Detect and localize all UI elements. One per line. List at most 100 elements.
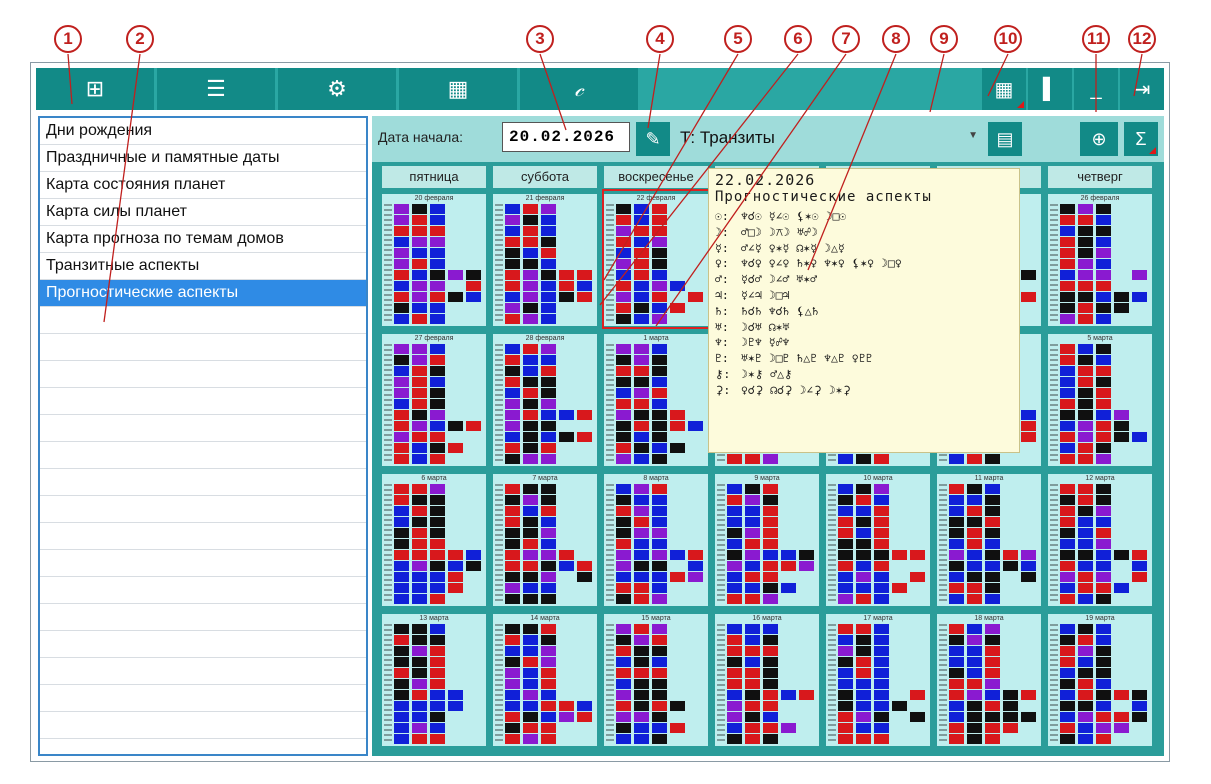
aspect-block	[430, 226, 445, 236]
aspect-block	[394, 712, 409, 722]
list-item[interactable]: Карта прогноза по темам домов	[40, 226, 366, 253]
calendar-day[interactable]: 28 февраля	[493, 334, 597, 466]
list-item[interactable]: Транзитные аспекты	[40, 253, 366, 280]
aspect-block	[652, 366, 667, 376]
callout-7: 7	[832, 25, 860, 53]
calendar-day[interactable]: 16 марта	[715, 614, 819, 746]
list-item[interactable]: Дни рождения	[40, 118, 366, 145]
aspect-block	[652, 399, 667, 409]
aspect-block	[652, 388, 667, 398]
aspect-block	[1060, 377, 1075, 387]
callout-11: 11	[1082, 25, 1110, 53]
list-empty-row	[40, 523, 366, 550]
calendar-day[interactable]: 27 февраля	[382, 334, 486, 466]
calendar-day[interactable]: 26 февраля	[1048, 194, 1152, 326]
aspect-list: ☿☌♂ ☽∠♂ ♅✶♂	[741, 272, 818, 287]
aspect-block	[559, 410, 574, 420]
calendar-day[interactable]: 10 марта	[826, 474, 930, 606]
exit-icon[interactable]: ⇥	[1120, 68, 1164, 110]
sum-icon[interactable]: Σ	[1124, 122, 1158, 156]
date-input[interactable]: 20.02.2026	[502, 122, 630, 152]
calculator-icon[interactable]: ▦	[399, 68, 517, 110]
aspect-block	[523, 712, 538, 722]
aspect-block	[874, 701, 889, 711]
aspect-block	[1078, 506, 1093, 516]
calendar-day[interactable]: 5 марта	[1048, 334, 1152, 466]
aspect-block	[394, 635, 409, 645]
aspect-block	[505, 270, 520, 280]
script-logo-icon[interactable]: 𝒸	[520, 68, 638, 110]
aspect-block	[1096, 292, 1111, 302]
calendar-day[interactable]: 12 марта	[1048, 474, 1152, 606]
aspect-block	[1096, 248, 1111, 258]
aspect-block	[634, 517, 649, 527]
calendar-day[interactable]: 13 марта	[382, 614, 486, 746]
calendar-pick-icon[interactable]: ✎	[636, 122, 670, 156]
aspect-block	[634, 355, 649, 365]
aspect-block	[505, 561, 520, 571]
list-item[interactable]: Прогностические аспекты	[40, 280, 366, 307]
aspect-block	[1060, 355, 1075, 365]
layout-grid-icon[interactable]: ⊞	[36, 68, 154, 110]
aspect-block	[394, 561, 409, 571]
calendar-day[interactable]: 18 марта	[937, 614, 1041, 746]
gear-icon[interactable]: ⚙	[278, 68, 396, 110]
calendar-day[interactable]: 9 марта	[715, 474, 819, 606]
list-empty-row	[40, 550, 366, 577]
aspect-block	[412, 237, 427, 247]
aspect-block	[1060, 583, 1075, 593]
table-view-icon[interactable]: ▤	[988, 122, 1022, 156]
aspect-block	[985, 712, 1000, 722]
list-item[interactable]: Карта силы планет	[40, 199, 366, 226]
aspect-block	[967, 723, 982, 733]
aspect-block	[1021, 292, 1036, 302]
aspect-block	[763, 657, 778, 667]
aspect-block	[1003, 723, 1018, 733]
aspect-block	[1096, 635, 1111, 645]
aspect-block	[1096, 314, 1111, 324]
calendar-day[interactable]: 17 марта	[826, 614, 930, 746]
aspect-block	[577, 281, 592, 291]
aspect-block	[838, 635, 853, 645]
aspect-block	[394, 226, 409, 236]
panel-icon[interactable]: ▌	[1028, 68, 1072, 110]
aspect-block	[985, 646, 1000, 656]
day-date: 14 марта	[530, 615, 560, 622]
minimize-icon[interactable]: _	[1074, 68, 1118, 110]
list-item[interactable]: Праздничные и памятные даты	[40, 145, 366, 172]
highlighted-day	[602, 189, 710, 329]
list-icon[interactable]: ☰	[157, 68, 275, 110]
list-item[interactable]: Карта состояния планет	[40, 172, 366, 199]
calendar-day[interactable]: 14 марта	[493, 614, 597, 746]
calendar-day[interactable]: 1 марта	[604, 334, 708, 466]
calendar-day[interactable]: 11 марта	[937, 474, 1041, 606]
aspect-block	[1132, 292, 1147, 302]
calendar-day[interactable]: 15 марта	[604, 614, 708, 746]
aspect-block	[466, 281, 481, 291]
aspect-block	[523, 668, 538, 678]
aspect-block	[1132, 701, 1147, 711]
aspect-block	[412, 657, 427, 667]
calendar-day[interactable]: 20 февраля	[382, 194, 486, 326]
grid-9-icon[interactable]: ▦	[982, 68, 1026, 110]
aspect-block	[541, 572, 556, 582]
crosshair-icon[interactable]: ⊕	[1080, 122, 1118, 156]
calendar-day[interactable]: 8 марта	[604, 474, 708, 606]
aspect-block	[727, 583, 742, 593]
aspect-block	[652, 443, 667, 453]
aspect-block	[874, 495, 889, 505]
calendar-day[interactable]: 19 марта	[1048, 614, 1152, 746]
aspect-block	[412, 594, 427, 604]
aspect-block	[949, 624, 964, 634]
calendar-day[interactable]: 7 марта	[493, 474, 597, 606]
aspect-block	[616, 734, 631, 744]
calendar-day[interactable]: 21 февраля	[493, 194, 597, 326]
aspect-block	[763, 701, 778, 711]
aspect-block	[523, 303, 538, 313]
aspect-block	[394, 248, 409, 258]
calendar-day[interactable]: 6 марта	[382, 474, 486, 606]
forecast-type-select[interactable]: Т: Транзиты ▼	[672, 122, 984, 154]
aspect-block	[892, 550, 907, 560]
chevron-down-icon[interactable]: ▼	[968, 130, 978, 141]
aspect-block	[727, 528, 742, 538]
